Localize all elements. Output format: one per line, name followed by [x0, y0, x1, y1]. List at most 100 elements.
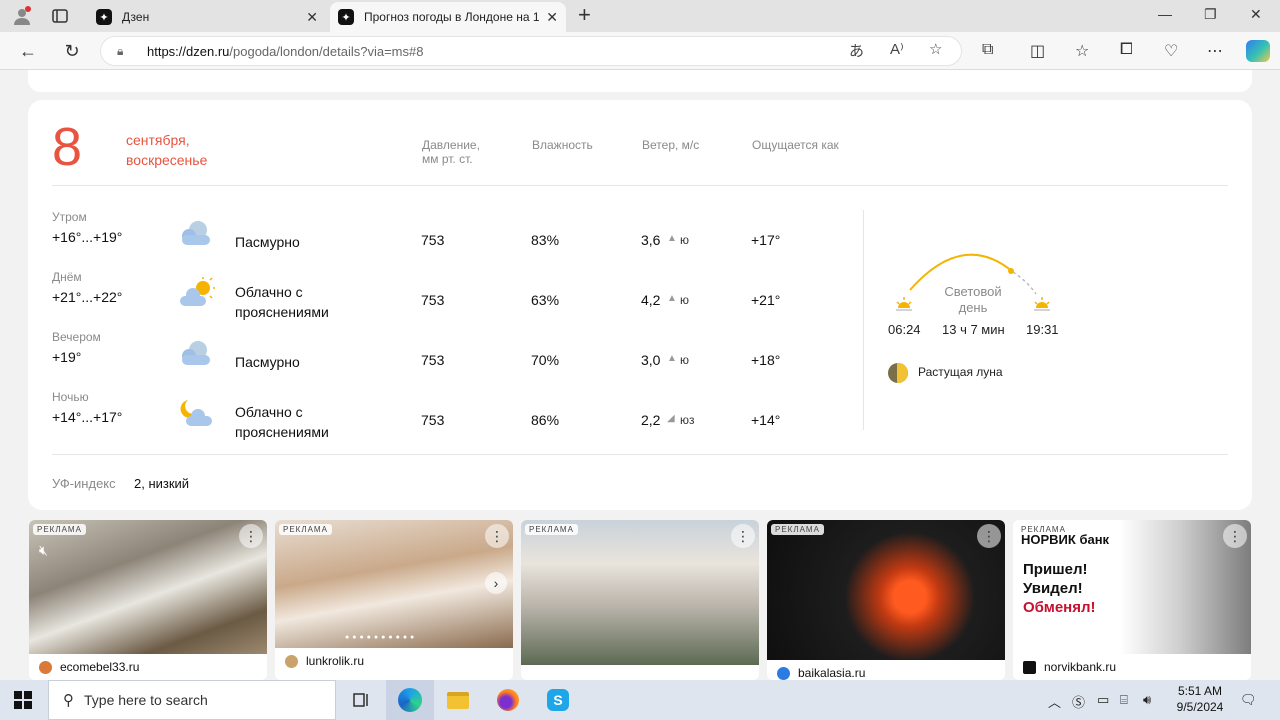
close-tab-icon[interactable]: ✕ [546, 9, 558, 26]
date-weekday: воскресенье [126, 152, 208, 168]
period-label: Ночью [52, 390, 89, 404]
performance-icon[interactable]: ♡ [1164, 41, 1178, 61]
mute-icon[interactable]: 🔇︎ [39, 542, 48, 559]
notifications-icon[interactable]: 🗨︎ [1240, 692, 1257, 708]
task-view-icon[interactable] [338, 680, 386, 720]
humidity-value: 86% [531, 412, 560, 428]
more-options-icon[interactable]: ⋮ [239, 524, 263, 548]
network-icon[interactable]: ⌸ [1120, 692, 1128, 708]
favorites-icon[interactable]: ☆ [1075, 41, 1089, 61]
back-icon[interactable]: ← [16, 39, 40, 63]
start-button[interactable] [14, 691, 32, 709]
address-field[interactable]: 🔒︎ https://dzen.ru/pogoda/london/details… [100, 36, 962, 66]
condition-line2: прояснениями [235, 304, 329, 320]
temperature: +16°...+19° [52, 229, 123, 245]
slogan-line1: Пришел! [1023, 561, 1088, 578]
ad-image[interactable] [275, 520, 513, 648]
daylight-title: Световой день [934, 284, 1012, 316]
file-explorer-icon[interactable] [434, 680, 482, 720]
sunrise-time: 06:24 [888, 322, 921, 337]
ad-badge: РЕКЛАМА [771, 524, 824, 535]
date-month: сентября, [126, 132, 190, 148]
ad-badge: РЕКЛАМА [525, 524, 578, 535]
uv-index-value: 2, низкий [134, 476, 190, 491]
more-options-icon[interactable]: ⋮ [977, 524, 1001, 548]
feels-like-value: +18° [751, 352, 781, 368]
forecast-row-morning: Утром +16°...+19° Пасмурно 753 83% 3,6 ▲… [28, 204, 863, 264]
skype-tray-icon[interactable]: Ⓢ [1072, 692, 1085, 711]
wind-arrow-icon: ◢ [667, 413, 675, 424]
firefox-icon[interactable] [484, 680, 532, 720]
taskbar-search[interactable]: ⚲ Type here to search [48, 680, 336, 720]
tab-dzen[interactable]: ✦ Дзен ✕ [88, 2, 326, 32]
ad-badge: РЕКЛАМА [279, 524, 332, 535]
pressure-header: Давление, мм рт. ст. [422, 138, 480, 166]
more-options-icon[interactable]: ⋮ [485, 524, 509, 548]
restore-icon[interactable]: ❐ [1204, 6, 1217, 23]
ad-card[interactable]: РЕКЛАМА ⋮ baikalasia.ru [767, 520, 1005, 680]
more-options-icon[interactable]: ⋮ [731, 524, 755, 548]
show-hidden-icons-icon[interactable]: ︿ [1048, 692, 1061, 711]
profile-icon[interactable] [10, 4, 34, 28]
ad-card[interactable]: РЕКЛАМА ⋮ [521, 520, 759, 680]
close-tab-icon[interactable]: ✕ [306, 9, 318, 26]
humidity-value: 63% [531, 292, 560, 308]
ad-source[interactable]: ecomebel33.ru [39, 660, 139, 674]
wind-arrow-icon: ▲ [667, 233, 677, 244]
translate-icon[interactable]: あ [849, 40, 864, 61]
ad-source[interactable]: baikalasia.ru [777, 666, 865, 680]
condition-line1: Облачно с [235, 284, 303, 300]
favorite-star-icon[interactable]: ☆ [929, 40, 942, 58]
refresh-icon[interactable]: ↻ [60, 39, 84, 63]
more-options-icon[interactable]: ⋮ [1223, 524, 1247, 548]
daylight-duration: 13 ч 7 мин [942, 322, 1005, 337]
tab-weather[interactable]: ✦ Прогноз погоды в Лондоне на 10 дней ✕ [330, 2, 566, 32]
cloudy-icon [182, 341, 210, 365]
partly-cloudy-icon [180, 277, 215, 306]
ad-card[interactable]: РЕКЛАМА НОРВИК банк Пришел! Увидел! Обме… [1013, 520, 1251, 680]
ad-image[interactable] [767, 520, 1005, 660]
ad-image[interactable] [29, 520, 267, 654]
lock-icon: 🔒︎ [117, 43, 124, 58]
new-tab-icon[interactable]: + [578, 4, 591, 26]
carousel-dots[interactable]: ●●●●●●●●●● [345, 634, 417, 641]
volume-icon[interactable]: 🔊︎ [1143, 692, 1151, 708]
feels-like-header: Ощущается как [752, 138, 839, 152]
pressure-header-line1: Давление, [422, 138, 480, 152]
search-icon: ⚲ [63, 692, 74, 709]
tab-title: Прогноз погоды в Лондоне на 10 дней [364, 10, 540, 24]
ad-source[interactable]: norvikbank.ru [1023, 660, 1116, 674]
extensions-icon[interactable]: ⧉ [982, 41, 993, 59]
skype-icon[interactable]: S [534, 680, 582, 720]
wind-direction: ю [680, 233, 689, 247]
condition: Пасмурно [235, 234, 300, 250]
dzen-favicon-icon: ✦ [338, 9, 354, 25]
ad-image[interactable] [521, 520, 759, 665]
ad-slogan: Пришел! Увидел! Обменял! [1023, 560, 1096, 617]
moon-phase-label: Растущая луна [918, 365, 1003, 379]
more-menu-icon[interactable]: ⋯ [1207, 41, 1223, 61]
search-placeholder: Type here to search [84, 692, 208, 708]
period-label: Вечером [52, 330, 101, 344]
clock-time: 5:51 AM [1177, 684, 1223, 698]
ad-source[interactable]: lunkrolik.ru [285, 654, 364, 668]
split-screen-icon[interactable]: ◫ [1030, 41, 1045, 61]
close-window-icon[interactable]: ✕ [1250, 6, 1262, 23]
collections-icon[interactable]: ⧠ [1120, 41, 1133, 59]
tab-actions-icon[interactable] [48, 4, 72, 28]
previous-day-card [28, 70, 1252, 92]
uv-index-label: УФ-индекс [52, 476, 116, 491]
copilot-icon[interactable] [1246, 40, 1270, 62]
display-icon[interactable]: ▭ [1097, 692, 1109, 708]
minimize-icon[interactable]: — [1158, 6, 1172, 22]
divider [52, 454, 1228, 455]
ad-card[interactable]: РЕКЛАМА ⋮ › ●●●●●●●●●● lunkrolik.ru [275, 520, 513, 680]
edge-app-icon[interactable] [386, 680, 434, 720]
scrollbar[interactable] [1270, 70, 1280, 680]
system-clock[interactable]: 5:51 AM 9/5/2024 [1170, 683, 1230, 715]
next-slide-icon[interactable]: › [485, 572, 507, 594]
read-aloud-icon[interactable]: A⁾ [890, 40, 904, 58]
partly-cloudy-night-icon [180, 400, 212, 426]
condition: Пасмурно [235, 354, 300, 370]
ad-card[interactable]: РЕКЛАМА ⋮ 🔇︎ ecomebel33.ru [29, 520, 267, 680]
